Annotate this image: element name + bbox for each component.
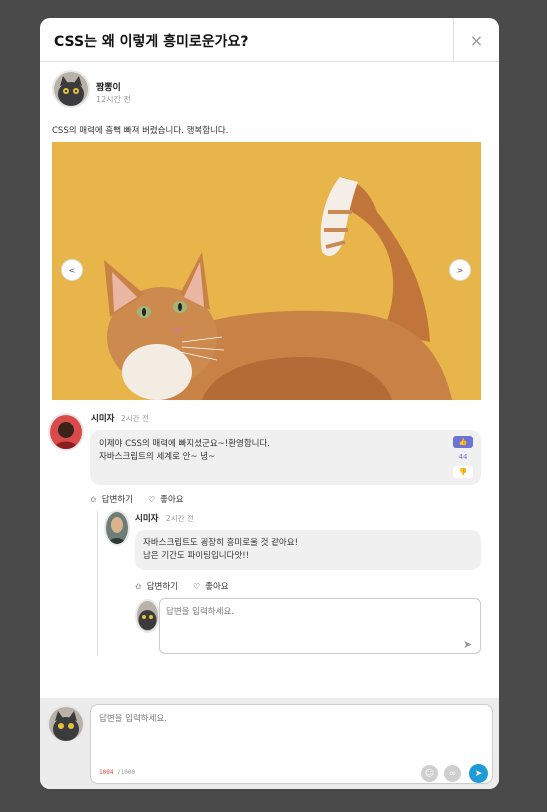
reply-label: 답변하기 <box>101 495 133 505</box>
heart-icon: ♡ <box>148 495 156 504</box>
reply-avatar[interactable] <box>104 510 130 546</box>
avatar[interactable] <box>52 70 90 108</box>
prev-photo-button[interactable]: < <box>61 259 83 281</box>
reply-bubble: 자바스크립트도 굉장히 흥미로울 것 같아요! 남은 기간도 파이팅입니다앗!! <box>135 530 481 570</box>
vote-box: 👍 44 👎 <box>453 436 473 478</box>
send-button[interactable]: ➤ <box>469 764 488 783</box>
dislike-button[interactable]: 👎 <box>453 466 473 478</box>
close-button[interactable]: × <box>453 18 499 62</box>
reply-input[interactable]: 답변을 입력하세요. <box>159 598 481 654</box>
modal-header: CSS는 왜 이렇게 흥미로운가요? × <box>40 18 499 62</box>
person-avatar-icon <box>106 512 128 544</box>
cat-avatar-icon <box>49 707 83 741</box>
reply-action[interactable]: ✩ 답변하기 <box>90 493 133 505</box>
send-icon: ➤ <box>474 768 483 779</box>
comment-bubble: 이제야 CSS의 매력에 빠지셨군요~!환영합니다. 자바스크립트의 세계로 안… <box>90 430 481 485</box>
modal-title: CSS는 왜 이렇게 흥미로운가요? <box>54 34 249 50</box>
author-name[interactable]: 짬뽕이 <box>96 80 121 93</box>
cat-avatar-icon <box>137 601 158 631</box>
heart-icon: ♡ <box>193 582 201 591</box>
post-time: 12시간 전 <box>96 95 131 104</box>
emoji-button[interactable]: ☺ <box>421 765 438 782</box>
cat-photo-image <box>52 142 481 400</box>
comment-text-line: 자바스크립트의 세계로 안~ 녕~ <box>99 452 216 462</box>
comment-input-placeholder: 답변을 입력하세요. <box>99 714 167 724</box>
post-text: CSS의 매력에 흠뻑 빠져 버렸습니다. 행복합니다. <box>52 126 229 136</box>
reply-input-placeholder: 답변을 입력하세요. <box>166 607 234 617</box>
thumbs-down-icon: 👎 <box>458 468 468 476</box>
link-icon: ∞ <box>448 768 457 779</box>
reply-author[interactable]: 시미자 <box>135 512 158 524</box>
comment-time: 2시간 전 <box>121 414 149 423</box>
like-action[interactable]: ♡ 좋아요 <box>193 580 229 592</box>
char-count-current: 1004 <box>99 769 114 776</box>
reply-text-line: 남은 기간도 파이팅입니다앗!! <box>143 551 250 561</box>
comment-composer: 답변을 입력하세요. 1004 /1000 ☺ ∞ ➤ <box>40 698 499 789</box>
chevron-left-icon: < <box>68 265 76 275</box>
cat-avatar-icon <box>54 72 88 106</box>
close-icon: × <box>469 30 484 50</box>
love-label: 좋아요 <box>160 495 184 505</box>
my-avatar[interactable] <box>47 705 85 743</box>
love-label: 좋아요 <box>205 582 229 592</box>
char-count-max: /1000 <box>117 769 136 776</box>
char-counter: 1004 /1000 <box>99 769 135 776</box>
reply-text-line: 자바스크립트도 굉장히 흥미로울 것 같아요! <box>143 538 298 548</box>
thread-line <box>97 511 98 656</box>
like-action[interactable]: ♡ 좋아요 <box>148 493 184 505</box>
star-icon: ✩ <box>135 582 142 591</box>
comment-avatar[interactable] <box>48 413 84 451</box>
emoji-icon: ☺ <box>424 768 435 779</box>
person-avatar-icon <box>50 415 82 449</box>
reply-action[interactable]: ✩ 답변하기 <box>135 580 178 592</box>
comment-author[interactable]: 시미자 <box>91 412 114 424</box>
post-photo <box>52 142 481 400</box>
my-avatar[interactable] <box>135 599 160 633</box>
post-modal: CSS는 왜 이렇게 흥미로운가요? × 짬뽕이 12시간 전 CSS의 매력에… <box>40 18 499 789</box>
send-icon[interactable]: ➤ <box>463 638 472 651</box>
comment-input[interactable]: 답변을 입력하세요. 1004 /1000 ☺ ∞ ➤ <box>90 704 493 784</box>
next-photo-button[interactable]: > <box>449 259 471 281</box>
attach-button[interactable]: ∞ <box>444 765 461 782</box>
comment-text-line: 이제야 CSS의 매력에 빠지셨군요~!환영합니다. <box>99 439 271 449</box>
like-button[interactable]: 👍 <box>453 436 473 448</box>
reply-label: 답변하기 <box>146 582 178 592</box>
thumbs-up-icon: 👍 <box>458 438 468 446</box>
star-icon: ✩ <box>90 495 97 504</box>
reply-time: 2시간 전 <box>166 514 194 523</box>
chevron-right-icon: > <box>456 265 464 275</box>
like-count: 44 <box>458 453 468 461</box>
